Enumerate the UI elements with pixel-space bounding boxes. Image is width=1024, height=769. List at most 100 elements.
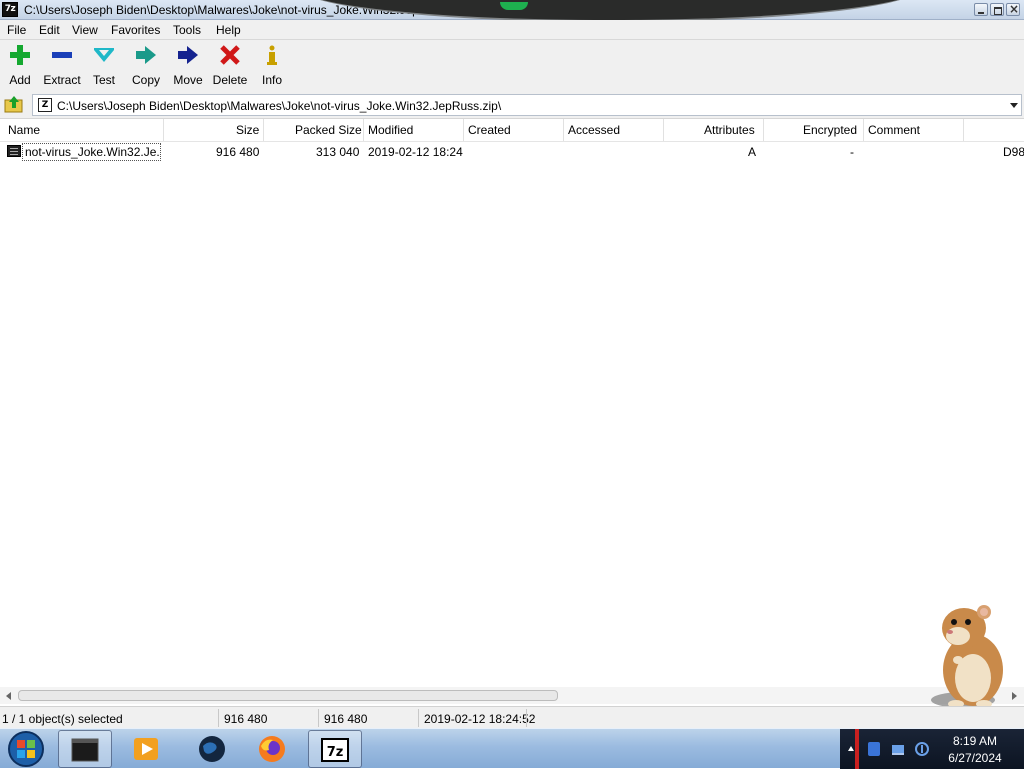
delete-label: Delete	[212, 73, 248, 87]
taskbar-firefox-button[interactable]	[246, 730, 300, 768]
column-encrypted[interactable]: Encrypted	[803, 123, 857, 137]
column-divider[interactable]	[963, 119, 964, 141]
menu-help[interactable]: Help	[216, 23, 241, 37]
status-divider	[418, 709, 419, 727]
taskbar-media-button[interactable]	[120, 730, 174, 768]
delete-button[interactable]: Delete	[208, 44, 252, 87]
table-row[interactable]: not-virus_Joke.Win32.Je... 916 480 313 0…	[0, 142, 1024, 161]
volume-icon[interactable]	[914, 741, 930, 757]
clock-date[interactable]: 6/27/2024	[940, 751, 1010, 765]
add-label: Add	[9, 73, 31, 87]
test-button[interactable]: Test	[82, 44, 126, 87]
status-size: 916 480	[224, 712, 268, 726]
network-icon[interactable]	[890, 741, 906, 757]
column-header-row: Name Size Packed Size Modified Created A…	[0, 119, 1024, 142]
status-divider	[318, 709, 319, 727]
hamster-mascot-image	[931, 605, 1003, 708]
column-size[interactable]: Size	[236, 123, 259, 137]
7zip-app-icon: 7z	[2, 2, 18, 17]
maximize-button[interactable]	[990, 3, 1004, 16]
svg-text:7z: 7z	[327, 745, 344, 760]
row-extra-value: D98	[1003, 145, 1024, 159]
info-icon	[267, 45, 277, 65]
title-bar: 7z C:\Users\Joseph Biden\Desktop\Malware…	[0, 0, 1024, 22]
column-divider[interactable]	[863, 119, 864, 141]
add-button[interactable]: Add	[0, 44, 42, 87]
plus-icon	[10, 45, 30, 65]
info-button[interactable]: Info	[250, 44, 294, 87]
row-size: 916 480	[216, 145, 260, 159]
taskbar-globe-button[interactable]	[186, 730, 240, 768]
column-divider[interactable]	[563, 119, 564, 141]
address-field[interactable]: Z C:\Users\Joseph Biden\Desktop\Malwares…	[32, 94, 1022, 116]
taskbar-terminal-button[interactable]	[58, 730, 112, 768]
archive-icon: Z	[38, 98, 52, 112]
row-encrypted: -	[850, 145, 854, 159]
menu-edit[interactable]: Edit	[39, 23, 60, 37]
menu-file[interactable]: File	[7, 23, 26, 37]
status-total: 916 480	[324, 712, 368, 726]
tray-divider	[855, 729, 859, 769]
status-bar: 1 / 1 object(s) selected 916 480 916 480…	[0, 706, 1024, 728]
chevron-down-icon[interactable]	[1010, 103, 1018, 108]
column-packed-size[interactable]: Packed Size	[295, 123, 362, 137]
menu-bar: File Edit View Favorites Tools Help	[0, 20, 1024, 40]
globe-icon	[199, 736, 225, 762]
menu-view[interactable]: View	[72, 23, 98, 37]
close-button[interactable]	[1006, 2, 1020, 16]
column-accessed[interactable]: Accessed	[568, 123, 620, 137]
test-label: Test	[92, 73, 115, 87]
column-modified[interactable]: Modified	[368, 123, 413, 137]
exe-file-icon	[7, 145, 21, 157]
clock-time[interactable]: 8:19 AM	[940, 734, 1010, 748]
column-divider[interactable]	[663, 119, 664, 141]
menu-favorites[interactable]: Favorites	[111, 23, 160, 37]
minimize-button[interactable]	[974, 3, 988, 16]
column-comment[interactable]: Comment	[868, 123, 920, 137]
copy-label: Copy	[131, 73, 160, 87]
overlay-banner	[300, 0, 920, 22]
info-label: Info	[261, 73, 282, 87]
column-name[interactable]: Name	[8, 123, 40, 137]
extract-label: Extract	[43, 73, 81, 87]
column-divider[interactable]	[463, 119, 464, 141]
terminal-icon	[71, 738, 99, 762]
move-button[interactable]: Move	[166, 44, 210, 87]
copy-arrow-icon	[136, 46, 156, 64]
address-path: C:\Users\Joseph Biden\Desktop\Malwares\J…	[57, 99, 502, 113]
row-name[interactable]: not-virus_Joke.Win32.Je...	[22, 143, 161, 161]
start-orb-icon[interactable]	[6, 730, 46, 768]
scrollbar-thumb[interactable]	[18, 690, 558, 701]
column-divider[interactable]	[163, 119, 164, 141]
column-divider[interactable]	[263, 119, 264, 141]
status-divider	[526, 709, 527, 727]
address-bar: Z C:\Users\Joseph Biden\Desktop\Malwares…	[0, 92, 1024, 118]
x-icon	[220, 45, 240, 65]
column-created[interactable]: Created	[468, 123, 511, 137]
horizontal-scrollbar[interactable]	[0, 687, 1024, 704]
column-divider[interactable]	[363, 119, 364, 141]
move-label: Move	[173, 73, 203, 87]
firefox-icon	[259, 736, 285, 762]
column-attributes[interactable]: Attributes	[704, 123, 755, 137]
row-attributes: A	[748, 145, 757, 159]
status-modified: 2019-02-12 18:24:52	[424, 712, 536, 726]
taskbar-7zip-button[interactable]: 7z	[308, 730, 362, 768]
7zip-icon: 7z	[321, 738, 349, 762]
file-list: Name Size Packed Size Modified Created A…	[0, 118, 1024, 706]
tray-expand-icon[interactable]	[848, 746, 854, 751]
copy-button[interactable]: Copy	[124, 44, 168, 87]
green-indicator-icon	[500, 2, 528, 10]
row-modified: 2019-02-12 18:24	[368, 145, 463, 159]
scroll-left-icon[interactable]	[6, 692, 11, 700]
security-shield-icon[interactable]	[866, 741, 882, 757]
status-selection: 1 / 1 object(s) selected	[2, 712, 123, 726]
row-packed-size: 313 040	[316, 145, 360, 159]
minus-icon	[52, 52, 72, 58]
menu-tools[interactable]: Tools	[173, 23, 201, 37]
column-divider[interactable]	[763, 119, 764, 141]
check-icon	[94, 48, 114, 62]
move-arrow-icon	[178, 46, 198, 64]
up-folder-icon[interactable]	[4, 95, 24, 113]
extract-button[interactable]: Extract	[40, 44, 84, 87]
